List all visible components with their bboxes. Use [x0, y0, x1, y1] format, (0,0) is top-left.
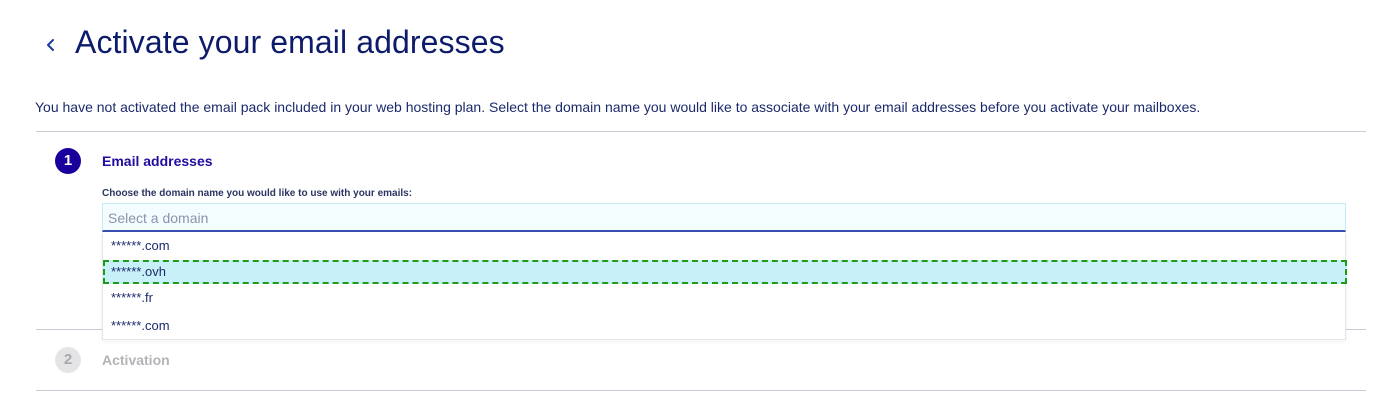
step-1-title: Email addresses [102, 153, 213, 169]
domain-option-highlighted[interactable]: ******.ovh [103, 260, 1347, 284]
intro-text: You have not activated the email pack in… [35, 99, 1201, 115]
step-2-title[interactable]: Activation [102, 352, 170, 368]
domain-dropdown-list: ******.com ******.ovh ******.fr ******.c… [102, 233, 1347, 340]
domain-option[interactable]: ******.com [103, 234, 1347, 258]
step-2-badge: 2 [55, 347, 81, 373]
divider [36, 390, 1366, 391]
domain-option[interactable]: ******.com [103, 314, 1347, 338]
domain-field-label: Choose the domain name you would like to… [102, 188, 413, 199]
chevron-left-icon[interactable] [40, 34, 62, 56]
step-1-badge: 1 [55, 148, 81, 174]
page: Activate your email addresses You have n… [0, 0, 1400, 412]
domain-select-placeholder: Select a domain [108, 210, 209, 226]
page-title: Activate your email addresses [75, 24, 505, 60]
domain-option[interactable]: ******.fr [103, 286, 1347, 310]
divider [36, 131, 1366, 132]
domain-select[interactable]: Select a domain [102, 203, 1346, 232]
